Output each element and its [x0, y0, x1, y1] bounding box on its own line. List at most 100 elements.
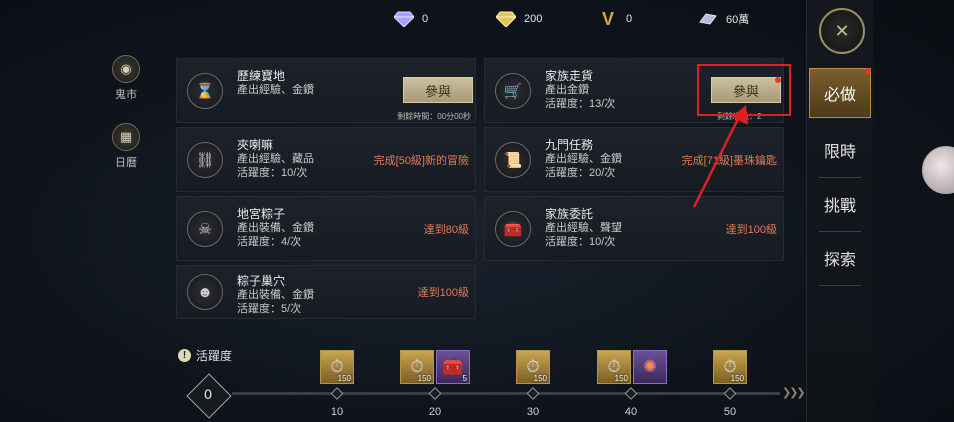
diamond-icon [394, 9, 414, 29]
card-status: 達到100級 [725, 223, 777, 236]
reward-count: 150 [533, 374, 547, 383]
tab-notification-dot [865, 68, 871, 74]
calendar-icon: ▦ [112, 123, 140, 151]
diamond-value: 0 [422, 13, 429, 25]
card-desc: 產出裝備、金鑽 [237, 222, 314, 234]
tab-tansuo[interactable]: 探索 [809, 233, 871, 283]
medal-icon: ✺ [642, 357, 658, 376]
join-button-lilian[interactable]: 參與 [403, 77, 473, 103]
silver-value: 60萬 [726, 14, 750, 26]
calendar-label: 日曆 [115, 157, 137, 169]
currency-diamond: 0 [394, 8, 428, 30]
card-weituo-text: 家族委託 產出經驗、聲望 活躍度：10/次 [545, 207, 622, 249]
card-status: 達到80級 [423, 223, 469, 236]
reward-item[interactable]: ⏱ 150 [400, 350, 434, 384]
card-title: 歷練寶地 [237, 69, 286, 83]
chest-icon: 🧰 [495, 210, 531, 247]
reward-item[interactable]: ⏱ 150 [597, 350, 631, 384]
currency-silver: 60萬 [698, 8, 749, 30]
card-activity: 活躍度：10/次 [545, 236, 616, 248]
info-icon[interactable]: ! [178, 349, 191, 362]
card-jialama: ⛓ 夾喇嘛 產出經驗、藏品 活躍度：10/次 完成[50級]新的冒險 [176, 127, 476, 192]
card-activity: 活躍度：5/次 [237, 303, 302, 315]
card-lilian: ⌛ 歷練寶地 產出經驗、金鑽 參與 剩餘時間：00分00秒 [176, 58, 476, 123]
card-chaoxue-text: 粽子巢穴 產出裝備、金鑽 活躍度：5/次 [237, 274, 314, 316]
category-panel: ✕ 必做 限時 挑戰 探索 [806, 0, 873, 422]
card-desc: 產出經驗、藏品 [237, 153, 314, 165]
v-token-icon: V [601, 8, 614, 29]
treasure-chest-icon: 🧰 [442, 357, 464, 376]
divider [819, 285, 861, 286]
reward-count: 150 [614, 374, 628, 383]
activity-current-badge: 0 [186, 373, 232, 419]
card-title: 地宮粽子 [237, 207, 286, 221]
activity-progress-track [232, 392, 780, 395]
silver-ingot-icon [698, 9, 718, 29]
card-desc: 產出經驗、金鑽 [545, 153, 622, 165]
annotation-arrow [692, 105, 748, 208]
emblem-icon[interactable]: ✕ [819, 8, 865, 54]
card-title: 家族委託 [545, 207, 594, 221]
tab-xianshi[interactable]: 限時 [809, 125, 871, 175]
card-activity: 活躍度：13/次 [545, 98, 616, 110]
activity-current-value: 0 [204, 386, 212, 402]
card-activity: 活躍度：4/次 [237, 236, 302, 248]
reward-count: 150 [337, 374, 351, 383]
card-chaoxue: ☻ 粽子巢穴 產出裝備、金鑽 活躍度：5/次 達到100級 [176, 265, 476, 319]
divider [819, 177, 861, 178]
currency-v-token: V 0 [598, 8, 632, 30]
progress-arrows: ❯❯❯ [782, 387, 806, 399]
reward-item[interactable]: 🧰 5 [436, 350, 470, 384]
divider [819, 231, 861, 232]
tab-bizuo[interactable]: 必做 [809, 68, 871, 118]
mask-icon: ☻ [187, 274, 223, 310]
reward-count: 5 [462, 374, 467, 383]
reward-item[interactable]: ✺ [633, 350, 667, 384]
gold-diamond-icon [496, 9, 516, 29]
milestone-label: 30 [526, 406, 540, 418]
milestone-label: 40 [624, 406, 638, 418]
card-desc: 產出經驗、聲望 [545, 222, 622, 234]
milestone-label: 10 [330, 406, 344, 418]
hourglass-icon: ⌛ [187, 72, 223, 109]
card-status: 完成[50級]新的冒險 [373, 154, 469, 167]
card-jiazu-text: 家族走貨 產出金鑽 活躍度：13/次 [545, 69, 615, 111]
card-jiumen-text: 九門任務 產出經驗、金鑽 活躍度：20/次 [545, 138, 622, 180]
gold-diamond-value: 200 [524, 13, 543, 25]
card-title: 粽子巢穴 [237, 274, 286, 288]
ghost-market-icon: ◉ [112, 55, 140, 83]
tab-tiaozhan[interactable]: 挑戰 [809, 179, 871, 229]
reward-count: 150 [417, 374, 431, 383]
card-jialama-text: 夾喇嘛 產出經驗、藏品 活躍度：10/次 [237, 138, 314, 180]
card-desc: 產出經驗、金鑽 [237, 84, 314, 96]
card-activity: 活躍度：10/次 [237, 167, 308, 179]
remaining-time: 剩餘時間：00分00秒 [397, 112, 471, 121]
scroll-icon: 📜 [495, 141, 531, 178]
currency-gold-diamond: 200 [496, 8, 542, 30]
card-title: 夾喇嘛 [237, 138, 274, 152]
skull-icon: ☠ [187, 210, 223, 247]
v-token-value: 0 [626, 13, 633, 25]
card-lilian-text: 歷練寶地 產出經驗、金鑽 [237, 69, 314, 97]
milestone-label: 20 [428, 406, 442, 418]
activity-label-group: ! 活躍度 [178, 347, 232, 364]
card-activity: 活躍度：20/次 [545, 167, 616, 179]
chains-icon: ⛓ [187, 141, 223, 178]
card-desc: 產出金鑽 [545, 84, 589, 96]
calendar-button[interactable]: ▦ 日曆 [112, 123, 140, 170]
cart-icon: 🛒 [495, 72, 531, 109]
ghost-market-button[interactable]: ◉ 鬼市 [112, 55, 140, 102]
reward-item[interactable]: ⏱ 150 [713, 350, 747, 384]
card-title: 九門任務 [545, 138, 594, 152]
activity-label: 活躍度 [196, 349, 233, 363]
card-desc: 產出裝備、金鑽 [237, 289, 314, 301]
reward-item[interactable]: ⏱ 150 [320, 350, 354, 384]
card-digong: ☠ 地宮粽子 產出裝備、金鑽 活躍度：4/次 達到80級 [176, 196, 476, 261]
card-digong-text: 地宮粽子 產出裝備、金鑽 活躍度：4/次 [237, 207, 314, 249]
reward-count: 150 [730, 374, 744, 383]
card-title: 家族走貨 [545, 69, 594, 83]
reward-item[interactable]: ⏱ 150 [516, 350, 550, 384]
card-status: 達到100級 [417, 287, 469, 299]
ghost-market-label: 鬼市 [115, 89, 137, 101]
milestone-label: 50 [723, 406, 737, 418]
